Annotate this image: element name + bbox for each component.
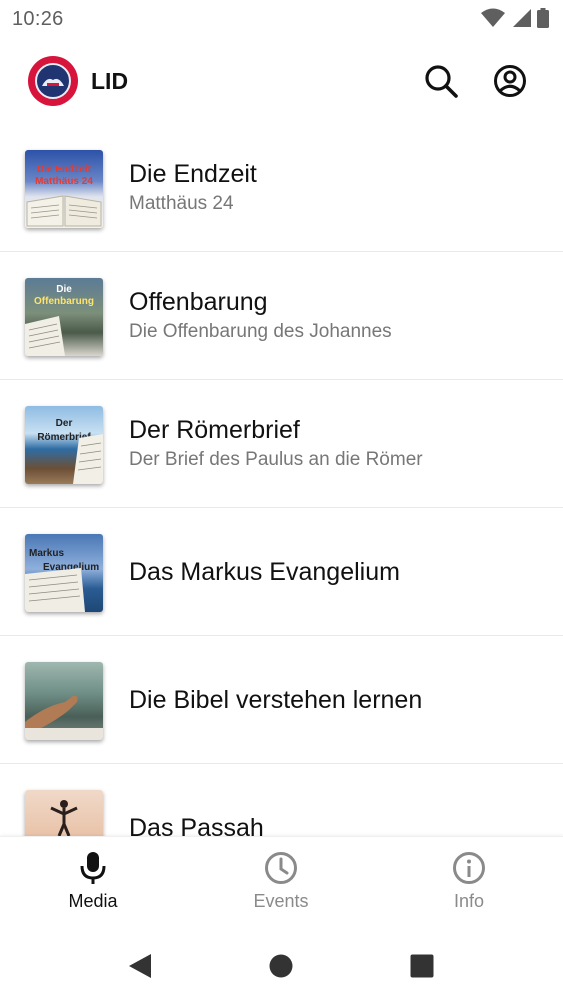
book-page-image xyxy=(73,434,103,484)
app-bar: LID xyxy=(0,46,563,118)
app-title: LID xyxy=(91,68,129,94)
system-recents-button[interactable] xyxy=(406,950,438,982)
list-item[interactable]: Der Römerbrief Der Römerbrief Der Brief … xyxy=(0,380,563,508)
lid-logo-icon xyxy=(28,56,78,106)
praying-hands-image xyxy=(25,695,103,740)
thumbnail-roemerbrief: Der Römerbrief xyxy=(25,406,103,484)
thumb-label: Matthäus 24 xyxy=(35,176,93,187)
thumb-label: Markus xyxy=(29,548,65,559)
status-time: 10:26 xyxy=(12,8,64,30)
item-text: Offenbarung Die Offenbarung des Johannes xyxy=(129,252,392,379)
account-circle-icon xyxy=(494,65,526,97)
person-silhouette-image xyxy=(50,800,78,836)
book-page-image xyxy=(25,316,65,356)
wifi-icon xyxy=(481,8,505,27)
item-text: Das Markus Evangelium xyxy=(129,508,400,635)
item-title: Der Römerbrief xyxy=(129,416,300,444)
search-button[interactable] xyxy=(423,63,459,99)
nav-label: Events xyxy=(253,891,309,911)
item-text: Die Endzeit Matthäus 24 xyxy=(129,124,257,251)
book-page-image xyxy=(25,568,85,612)
account-button[interactable] xyxy=(492,63,528,99)
media-list[interactable]: Die Endzeit Matthäus 24 Die Endzeit Matt… xyxy=(0,124,563,836)
thumb-label: Die Endzeit xyxy=(37,164,91,175)
nav-item-media[interactable]: Media xyxy=(33,851,153,912)
back-triangle-icon xyxy=(129,954,151,978)
microphone-icon xyxy=(80,852,106,884)
thumbnail-passah xyxy=(25,790,103,836)
item-subtitle: Der Brief des Paulus an die Römer xyxy=(129,449,423,470)
system-navigation-bar xyxy=(0,932,563,1000)
list-item[interactable]: Die Endzeit Matthäus 24 Die Endzeit Matt… xyxy=(0,124,563,252)
nav-item-events[interactable]: Events xyxy=(221,851,341,912)
thumbnail-markus-evangelium: Markus Evangelium xyxy=(25,534,103,612)
item-subtitle: Die Offenbarung des Johannes xyxy=(129,321,392,342)
item-title: Die Endzeit xyxy=(129,160,257,188)
thumbnail-bibel-verstehen xyxy=(25,662,103,740)
nav-label: Info xyxy=(453,891,485,911)
item-subtitle: Matthäus 24 xyxy=(129,193,234,214)
nav-label: Media xyxy=(68,891,118,911)
bottom-navigation: Media Events Info xyxy=(0,836,563,932)
open-book-image xyxy=(26,195,102,227)
info-icon xyxy=(453,852,485,884)
nav-item-info[interactable]: Info xyxy=(409,851,529,912)
item-text: Das Passah xyxy=(129,764,264,837)
list-item[interactable]: Das Passah xyxy=(0,764,563,836)
item-text: Die Bibel verstehen lernen xyxy=(129,636,422,763)
list-item[interactable]: Markus Evangelium Das Markus Evangelium xyxy=(0,508,563,636)
item-title: Offenbarung xyxy=(129,288,268,316)
item-title: Das Markus Evangelium xyxy=(129,557,400,586)
clock-icon xyxy=(265,852,297,884)
thumbnail-die-endzeit: Die Endzeit Matthäus 24 xyxy=(25,150,103,228)
status-bar: 10:26 xyxy=(0,0,563,40)
thumb-label: Die xyxy=(56,284,72,295)
item-title: Das Passah xyxy=(129,813,264,837)
list-item[interactable]: Die Bibel verstehen lernen xyxy=(0,636,563,764)
list-item[interactable]: Die Offenbarung Offenbarung Die Offenbar… xyxy=(0,252,563,380)
home-circle-icon xyxy=(269,954,293,978)
system-back-button[interactable] xyxy=(124,950,156,982)
thumb-label: Der xyxy=(55,418,73,429)
signal-icon xyxy=(513,9,531,27)
thumbnail-offenbarung: Die Offenbarung xyxy=(25,278,103,356)
item-text: Der Römerbrief Der Brief des Paulus an d… xyxy=(129,380,423,507)
status-icons xyxy=(481,8,549,28)
search-icon xyxy=(425,65,458,98)
system-home-button[interactable] xyxy=(265,950,297,982)
item-title: Die Bibel verstehen lernen xyxy=(129,685,423,714)
recents-square-icon xyxy=(410,954,434,978)
thumb-label: Offenbarung xyxy=(34,296,94,307)
battery-icon xyxy=(537,8,549,28)
